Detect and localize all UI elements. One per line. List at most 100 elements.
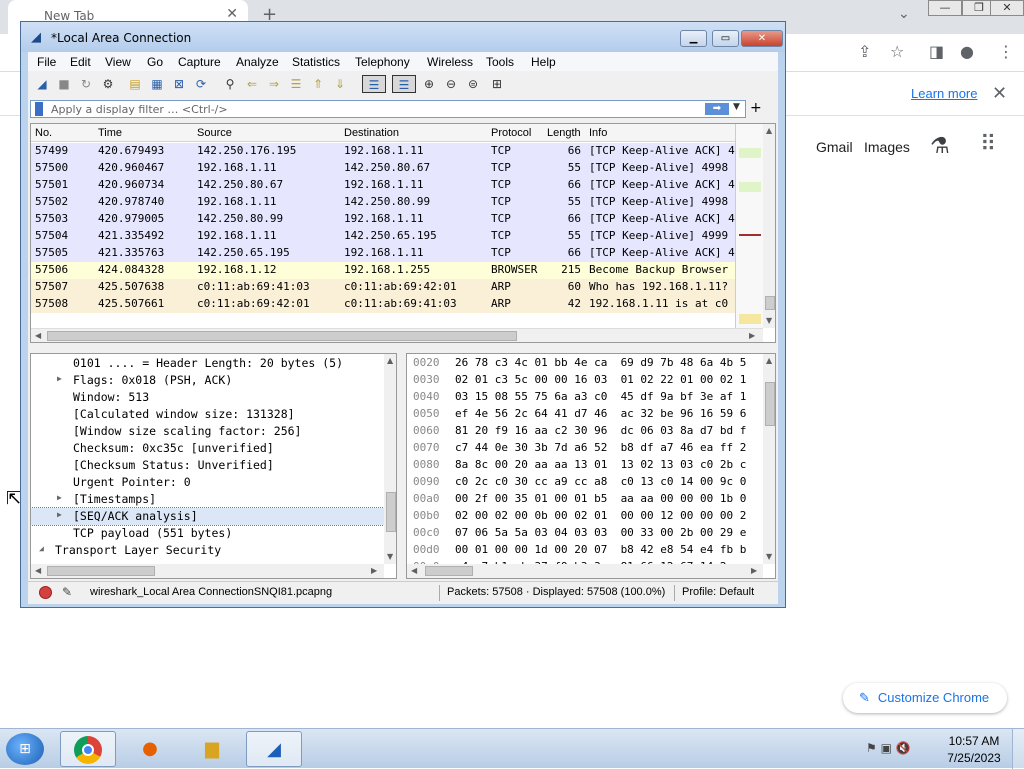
add-filter-button-icon[interactable]: + <box>750 100 762 116</box>
detail-tree-item[interactable]: ▶ Flags: 0x018 (PSH, ACK) <box>31 372 384 389</box>
expand-arrow-icon[interactable]: ▶ <box>57 510 62 519</box>
profile-avatar-icon[interactable]: ● <box>960 42 974 61</box>
scroll-up-icon[interactable]: ▲ <box>766 126 772 135</box>
start-button-windows-icon[interactable]: ⊞ <box>6 733 44 765</box>
bytes-vscroll[interactable]: ▲ ▼ <box>763 354 775 564</box>
ws-close-button[interactable]: ✕ <box>741 30 783 47</box>
apply-filter-arrow-icon[interactable]: ➡ <box>705 103 729 115</box>
find-packet-icon[interactable]: ⚲ <box>221 75 239 93</box>
menu-go[interactable]: Go <box>147 55 163 69</box>
hex-row[interactable]: 00d0 00 01 00 00 1d 00 20 07 b8 42 e8 54 … <box>407 542 761 559</box>
menu-view[interactable]: View <box>105 55 131 69</box>
bytes-vscroll-thumb[interactable] <box>765 382 775 426</box>
scroll-left-icon[interactable]: ◀ <box>411 566 417 575</box>
menu-tools[interactable]: Tools <box>486 55 514 69</box>
autoscroll-icon[interactable]: ☰ <box>362 75 386 93</box>
last-packet-icon[interactable]: ⇓ <box>331 75 349 93</box>
display-filter-input[interactable] <box>51 102 691 116</box>
bookmark-star-icon[interactable]: ☆ <box>890 42 904 61</box>
hex-row[interactable]: 0040 03 15 08 55 75 6a a3 c0 45 df 9a bf … <box>407 389 761 406</box>
chrome-menu-icon[interactable]: ⋮ <box>998 42 1014 61</box>
detail-tree-item[interactable]: 0101 .... = Header Length: 20 bytes (5) <box>31 355 384 372</box>
packet-row[interactable]: 57503 420.979005 142.250.80.99 192.168.1.11… <box>31 211 735 228</box>
packet-row[interactable]: 57505 421.335763 142.250.65.195 192.168.1.1… <box>31 245 735 262</box>
first-packet-icon[interactable]: ⇑ <box>309 75 327 93</box>
details-hscroll-thumb[interactable] <box>47 566 155 576</box>
images-link[interactable]: Images <box>864 139 910 155</box>
clock-time[interactable]: 10:57 AM <box>948 734 1000 748</box>
packet-row[interactable]: 57507 425.507638 c0:11:ab:69:41:03 c0:11:ab… <box>31 279 735 296</box>
detail-tree-item[interactable]: ▶ [SEQ/ACK analysis] <box>31 507 385 526</box>
scroll-down-icon[interactable]: ▼ <box>766 316 772 325</box>
open-file-icon[interactable]: ▤ <box>126 75 144 93</box>
expert-info-led-icon[interactable] <box>39 586 52 599</box>
labs-flask-icon[interactable]: ⚗ <box>930 134 950 159</box>
system-tray-icons[interactable]: ⚑ ▣ 🔇 <box>866 741 911 755</box>
infobar-close-icon[interactable]: ✕ <box>992 83 1007 104</box>
clock-date[interactable]: 7/25/2023 <box>944 751 1004 765</box>
packet-list-vscroll[interactable]: ▲ ▼ <box>763 124 775 328</box>
side-panel-icon[interactable]: ◨ <box>929 42 944 61</box>
detail-tree-item[interactable]: Checksum: 0xc35c [unverified] <box>31 440 384 457</box>
detail-tree-item[interactable]: [Window size scaling factor: 256] <box>31 423 384 440</box>
scroll-right-icon[interactable]: ▶ <box>371 566 377 575</box>
packet-row[interactable]: 57502 420.978740 192.168.1.11 142.250.80.99… <box>31 194 735 211</box>
customize-chrome-button[interactable]: ✎ Customize Chrome <box>843 683 1007 713</box>
hex-row[interactable]: 00c0 07 06 5a 5a 03 04 03 03 00 33 00 2b … <box>407 525 761 542</box>
colorize-icon[interactable]: ☰ <box>392 75 416 93</box>
packet-row[interactable]: 57501 420.960734 142.250.80.67 192.168.1.11… <box>31 177 735 194</box>
hex-row[interactable]: 0030 02 01 c3 5c 00 00 16 03 01 02 22 01 … <box>407 372 761 389</box>
packet-list-hscroll-thumb[interactable] <box>47 331 517 341</box>
hex-row[interactable]: 0020 26 78 c3 4c 01 bb 4e ca 69 d9 7b 48 … <box>407 355 761 372</box>
scroll-down-icon[interactable]: ▼ <box>766 552 772 561</box>
detail-tree-item[interactable]: ▶ [Timestamps] <box>31 491 384 508</box>
ws-maximize-button[interactable]: ▭ <box>712 30 739 47</box>
menu-telephony[interactable]: Telephony <box>355 55 410 69</box>
detail-tree-item[interactable]: Window: 513 <box>31 389 384 406</box>
scroll-right-icon[interactable]: ▶ <box>749 331 755 340</box>
menu-statistics[interactable]: Statistics <box>292 55 340 69</box>
share-icon[interactable]: ⇪ <box>858 42 871 61</box>
capture-comment-icon[interactable]: ✎ <box>62 585 72 599</box>
filter-bookmark-icon[interactable] <box>35 102 43 116</box>
hex-row[interactable]: 0060 81 20 f9 16 aa c2 30 96 dc 06 03 8a … <box>407 423 761 440</box>
details-vscroll-thumb[interactable] <box>386 492 396 532</box>
capture-options-icon[interactable]: ⚙ <box>99 75 117 93</box>
go-back-icon[interactable]: ⇐ <box>243 75 261 93</box>
scroll-left-icon[interactable]: ◀ <box>35 566 41 575</box>
col-header-protocol[interactable]: Protocol <box>491 127 531 139</box>
filter-history-dropdown-icon[interactable]: ▼ <box>733 102 740 112</box>
reload-file-icon[interactable]: ⟳ <box>192 75 210 93</box>
normal-size-icon[interactable]: ⊜ <box>464 75 482 93</box>
hex-row[interactable]: 00b0 02 00 02 00 0b 00 02 01 00 00 12 00 … <box>407 508 761 525</box>
scroll-left-icon[interactable]: ◀ <box>35 331 41 340</box>
expand-arrow-icon[interactable]: ▶ <box>57 493 62 502</box>
menu-capture[interactable]: Capture <box>178 55 221 69</box>
menu-file[interactable]: File <box>37 55 56 69</box>
gmail-link[interactable]: Gmail <box>816 139 853 155</box>
taskbar-explorer-folder-icon[interactable]: ▆ <box>184 731 240 767</box>
go-forward-icon[interactable]: ⇒ <box>265 75 283 93</box>
menu-edit[interactable]: Edit <box>70 55 91 69</box>
zoom-out-icon[interactable]: ⊖ <box>442 75 460 93</box>
packet-list-hscroll[interactable]: ◀ ▶ <box>31 328 763 342</box>
taskbar-wireshark-icon[interactable]: ◢ <box>246 731 302 767</box>
menu-help[interactable]: Help <box>531 55 556 69</box>
hex-row[interactable]: 00a0 00 2f 00 35 01 00 01 b5 aa aa 00 00 … <box>407 491 761 508</box>
menu-analyze[interactable]: Analyze <box>236 55 279 69</box>
start-capture-icon[interactable]: ◢ <box>33 75 51 93</box>
taskbar-chrome-icon[interactable] <box>60 731 116 767</box>
packet-list-vscroll-thumb[interactable] <box>765 296 775 310</box>
close-file-icon[interactable]: ⊠ <box>170 75 188 93</box>
status-profile[interactable]: Profile: Default <box>682 586 754 598</box>
col-header-destination[interactable]: Destination <box>344 127 399 139</box>
restart-capture-icon[interactable]: ↻ <box>77 75 95 93</box>
scroll-up-icon[interactable]: ▲ <box>387 356 393 365</box>
hex-row[interactable]: 0090 c0 2c c0 30 cc a9 cc a8 c0 13 c0 14 … <box>407 474 761 491</box>
scroll-down-icon[interactable]: ▼ <box>387 552 393 561</box>
stop-capture-icon[interactable]: ■ <box>55 75 73 93</box>
packet-row[interactable]: 57504 421.335492 192.168.1.11 142.250.65.19… <box>31 228 735 245</box>
expand-arrow-icon[interactable]: ◢ <box>39 544 44 553</box>
detail-tree-item[interactable]: ◢ Transport Layer Security <box>31 542 384 559</box>
detail-tree-item[interactable]: [Checksum Status: Unverified] <box>31 457 384 474</box>
